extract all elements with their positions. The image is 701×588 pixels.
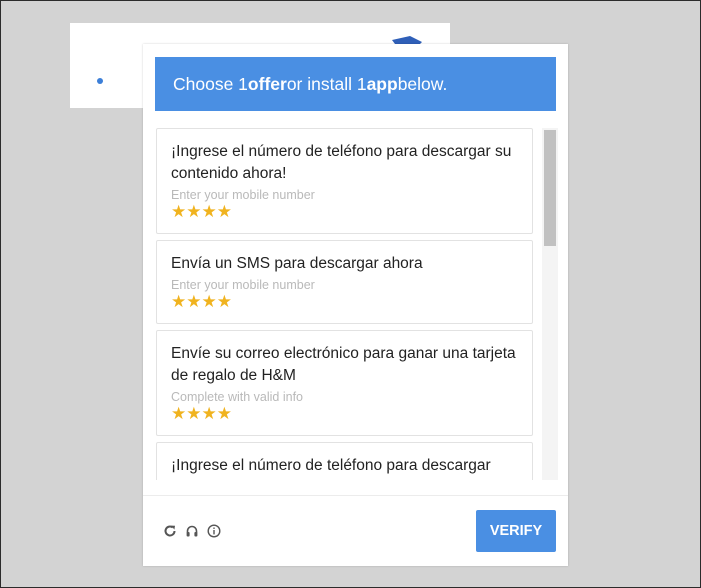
header-middle: or install 1 xyxy=(286,73,367,94)
info-icon[interactable] xyxy=(207,524,221,538)
header-offer-word: offer xyxy=(247,73,287,94)
offer-subtitle: Complete with valid info xyxy=(171,390,304,404)
offer-title: ¡Ingrese el número de teléfono para desc… xyxy=(171,457,491,474)
offer-item[interactable]: ¡Ingrese el número de teléfono para desc… xyxy=(156,442,533,480)
header-prefix: Choose 1 xyxy=(173,73,248,94)
offer-title: Envía un SMS para descargar ahora xyxy=(171,255,423,272)
verify-button[interactable]: VERIFY xyxy=(476,510,556,552)
offer-subtitle: Enter your mobile number xyxy=(171,188,315,202)
headphones-icon[interactable] xyxy=(185,524,199,538)
offer-list: ¡Ingrese el número de teléfono para desc… xyxy=(156,128,535,480)
header-app-word: app xyxy=(366,73,398,94)
offer-title: Envíe su correo electrónico para ganar u… xyxy=(171,345,516,384)
rating-stars: ★★★★ xyxy=(171,202,232,221)
offer-subtitle: Enter your mobile number xyxy=(171,278,315,292)
footer-divider xyxy=(143,495,568,496)
refresh-icon[interactable] xyxy=(163,524,177,538)
scrollbar-thumb[interactable] xyxy=(544,130,556,246)
offer-dialog: Choose 1 offer or install 1 app below. ¡… xyxy=(143,44,568,566)
rating-stars: ★★★★ xyxy=(171,404,232,423)
offer-header: Choose 1 offer or install 1 app below. xyxy=(155,57,556,111)
rating-stars: ★★★★ xyxy=(171,292,232,311)
captcha-tools xyxy=(163,524,221,538)
header-suffix: below. xyxy=(397,73,448,94)
loading-dot xyxy=(97,78,103,84)
offer-title: ¡Ingrese el número de teléfono para desc… xyxy=(171,143,512,182)
offer-item[interactable]: Envía un SMS para descargar ahora Enter … xyxy=(156,240,533,324)
offer-item[interactable]: Envíe su correo electrónico para ganar u… xyxy=(156,330,533,436)
offer-item[interactable]: ¡Ingrese el número de teléfono para desc… xyxy=(156,128,533,234)
scrollbar-track[interactable] xyxy=(542,128,558,480)
